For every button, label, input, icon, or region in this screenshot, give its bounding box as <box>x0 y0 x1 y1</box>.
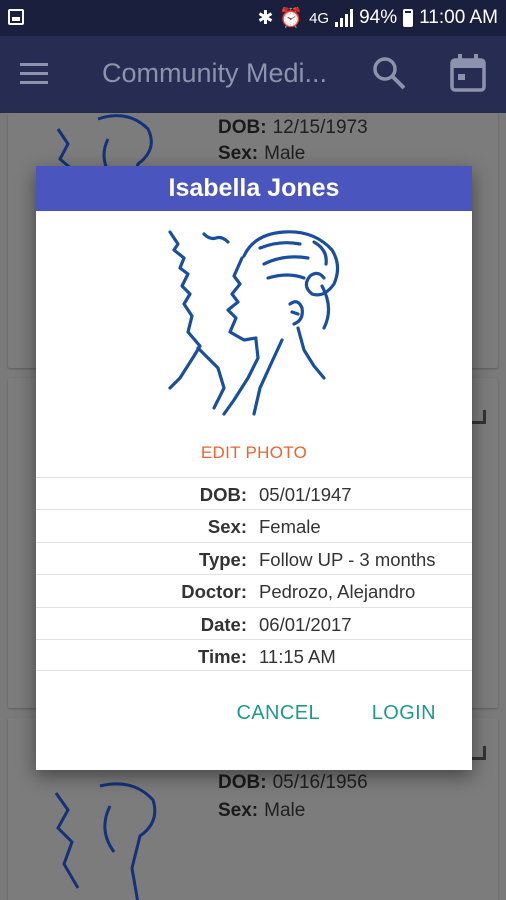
detail-label: Time: <box>197 645 247 667</box>
detail-row-doctor: Doctor: Pedrozo, Alejandro <box>36 574 472 606</box>
detail-label: Doctor: <box>181 581 247 603</box>
app-title: Community Medi... <box>102 58 328 88</box>
patient-dialog: Isabella Jones EDIT PHOTO DOB: 05/01/194… <box>36 166 472 770</box>
card-sex: Sex: Male <box>218 143 306 164</box>
detail-row-date: Date: 06/01/2017 <box>36 606 472 639</box>
detail-label: Type: <box>199 548 247 570</box>
detail-row-time: Time: 11:15 AM <box>36 638 472 672</box>
patient-portrait[interactable] <box>164 228 344 423</box>
detail-row-dob: DOB: 05/01/1947 <box>36 477 472 509</box>
detail-value: Female <box>259 516 321 538</box>
status-bar: ✱ ⏰ 4G 94% 11:00 AM <box>0 0 506 36</box>
login-button[interactable]: LOGIN <box>372 702 436 725</box>
clock: 11:00 AM <box>419 7 498 28</box>
menu-icon[interactable] <box>20 63 48 85</box>
detail-row-type: Type: Follow UP - 3 months <box>36 541 472 574</box>
patient-photo <box>54 782 157 900</box>
battery-percent: 94% <box>359 7 398 28</box>
bluetooth-icon: ✱ <box>257 7 274 29</box>
battery-icon <box>403 9 414 27</box>
edit-photo-link[interactable]: EDIT PHOTO <box>36 443 472 463</box>
status-icons: ✱ ⏰ 4G 94% 11:00 AM <box>257 6 498 30</box>
detail-label: Date: <box>200 613 247 635</box>
edit-icon[interactable] <box>472 746 486 760</box>
detail-label: DOB: <box>199 484 247 505</box>
detail-value: 05/01/1947 <box>259 484 352 505</box>
card-dob: DOB: 05/16/1956 <box>218 772 368 793</box>
gallery-notification-icon <box>8 9 24 25</box>
patient-details: DOB: 05/01/1947 Sex: Female Type: Follow… <box>36 477 472 672</box>
dialog-title: Isabella Jones <box>36 166 472 211</box>
detail-value: 11:15 AM <box>259 645 336 667</box>
detail-value: 06/01/2017 <box>259 613 352 635</box>
detail-row-sex: Sex: Female <box>36 509 472 541</box>
search-icon[interactable] <box>372 56 406 90</box>
cancel-button[interactable]: CANCEL <box>236 702 320 725</box>
edit-icon[interactable] <box>472 410 486 424</box>
calendar-icon[interactable] <box>450 54 486 92</box>
alarm-icon: ⏰ <box>279 8 304 29</box>
detail-value: Follow UP - 3 months <box>259 548 436 570</box>
detail-value: Pedrozo, Alejandro <box>259 581 416 603</box>
signal-icon <box>335 9 354 27</box>
card-sex: Sex: Male <box>218 800 306 821</box>
app-bar: Community Medi... <box>0 36 506 113</box>
detail-label: Sex: <box>207 516 247 538</box>
card-dob: DOB: 12/15/1973 <box>218 117 368 138</box>
network-type: 4G <box>309 9 330 27</box>
